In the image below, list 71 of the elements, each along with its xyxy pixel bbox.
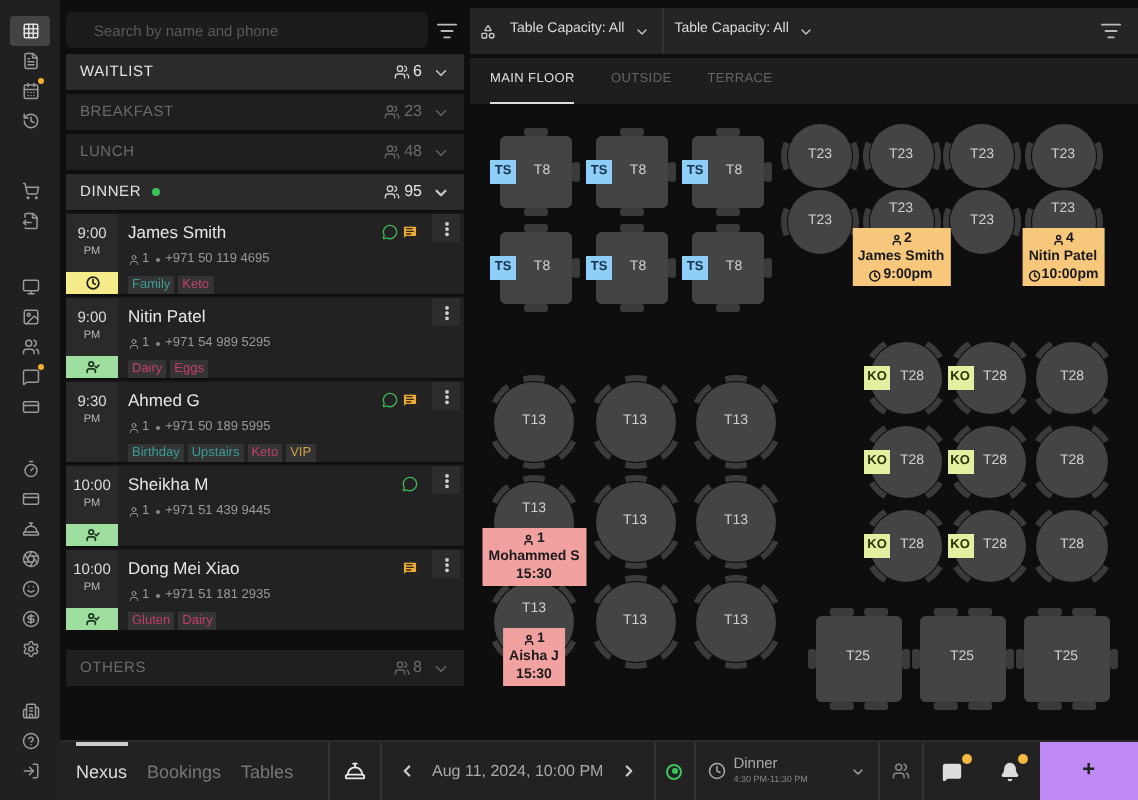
logout-icon xyxy=(21,762,39,780)
guest-count: 48 xyxy=(404,140,422,164)
document-icon xyxy=(21,52,39,70)
bottom-tab[interactable]: Bookings xyxy=(147,742,222,800)
seated-icon xyxy=(85,528,99,542)
guest-name: James Smith xyxy=(128,220,227,246)
clock-icon xyxy=(1027,269,1040,281)
timer-icon xyxy=(21,460,39,478)
people-icon[interactable] xyxy=(891,762,910,780)
guests-icon xyxy=(384,184,401,200)
add-button[interactable]: + xyxy=(1039,742,1138,800)
person-icon xyxy=(128,337,140,350)
person-icon xyxy=(128,589,140,602)
bell-icon[interactable] xyxy=(1000,761,1021,781)
clock-icon xyxy=(707,762,726,780)
clock-icon xyxy=(869,269,882,281)
guest-name: Ahmed G xyxy=(128,388,200,414)
guest-name: Sheikha M xyxy=(128,472,209,498)
previous-icon[interactable] xyxy=(398,762,416,780)
person-icon xyxy=(523,633,536,645)
card-icon xyxy=(21,398,39,416)
service-bell-icon xyxy=(21,520,39,538)
shapes-icon[interactable] xyxy=(480,23,496,39)
person-icon xyxy=(523,533,536,545)
guests-icon xyxy=(393,64,410,80)
smile-icon xyxy=(21,580,39,598)
person-icon xyxy=(128,253,140,266)
bottom-tab[interactable]: Tables xyxy=(241,742,294,800)
person-icon xyxy=(128,505,140,518)
date-label[interactable]: Aug 11, 2024, 10:00 PM xyxy=(432,759,604,783)
guest-count: 95 xyxy=(404,180,422,204)
settings-icon xyxy=(21,640,39,658)
grid-icon xyxy=(21,22,39,40)
filter-icon[interactable] xyxy=(1100,20,1122,42)
filter-icon[interactable] xyxy=(436,19,458,41)
monitor-icon xyxy=(21,278,39,296)
more-button[interactable] xyxy=(432,298,460,326)
person-icon xyxy=(128,421,140,434)
chat-icon xyxy=(21,368,39,386)
more-button[interactable] xyxy=(432,382,460,410)
guest-count: 8 xyxy=(413,656,422,680)
help-icon xyxy=(21,732,39,750)
building-icon xyxy=(21,702,39,720)
dollar-icon xyxy=(21,610,39,628)
cart-icon xyxy=(21,182,39,200)
person-icon xyxy=(1052,233,1065,245)
seated-icon xyxy=(85,360,99,374)
guest-count: 23 xyxy=(404,100,422,124)
image-icon xyxy=(21,308,39,326)
person-icon xyxy=(890,233,903,245)
guest-name: Nitin Patel xyxy=(128,304,206,330)
guests-icon xyxy=(393,660,410,676)
export-icon xyxy=(21,212,39,230)
more-button[interactable] xyxy=(432,550,460,578)
rail-button[interactable] xyxy=(10,16,50,46)
calendar-icon xyxy=(21,82,39,100)
aperture-icon xyxy=(21,550,39,568)
guests-icon xyxy=(384,144,401,160)
clock-icon xyxy=(85,276,99,290)
seated-icon xyxy=(85,612,99,626)
guest-name: Dong Mei Xiao xyxy=(128,556,240,582)
more-button[interactable] xyxy=(432,466,460,494)
more-button[interactable] xyxy=(432,214,460,242)
card-icon xyxy=(21,490,39,508)
guests-icon xyxy=(384,104,401,120)
history-icon xyxy=(21,112,39,130)
bottom-tab[interactable]: Nexus xyxy=(76,742,128,800)
service-bell-icon[interactable] xyxy=(344,760,366,782)
chat-icon[interactable] xyxy=(942,761,963,781)
guest-count: 6 xyxy=(413,60,422,84)
people-icon xyxy=(21,338,39,356)
